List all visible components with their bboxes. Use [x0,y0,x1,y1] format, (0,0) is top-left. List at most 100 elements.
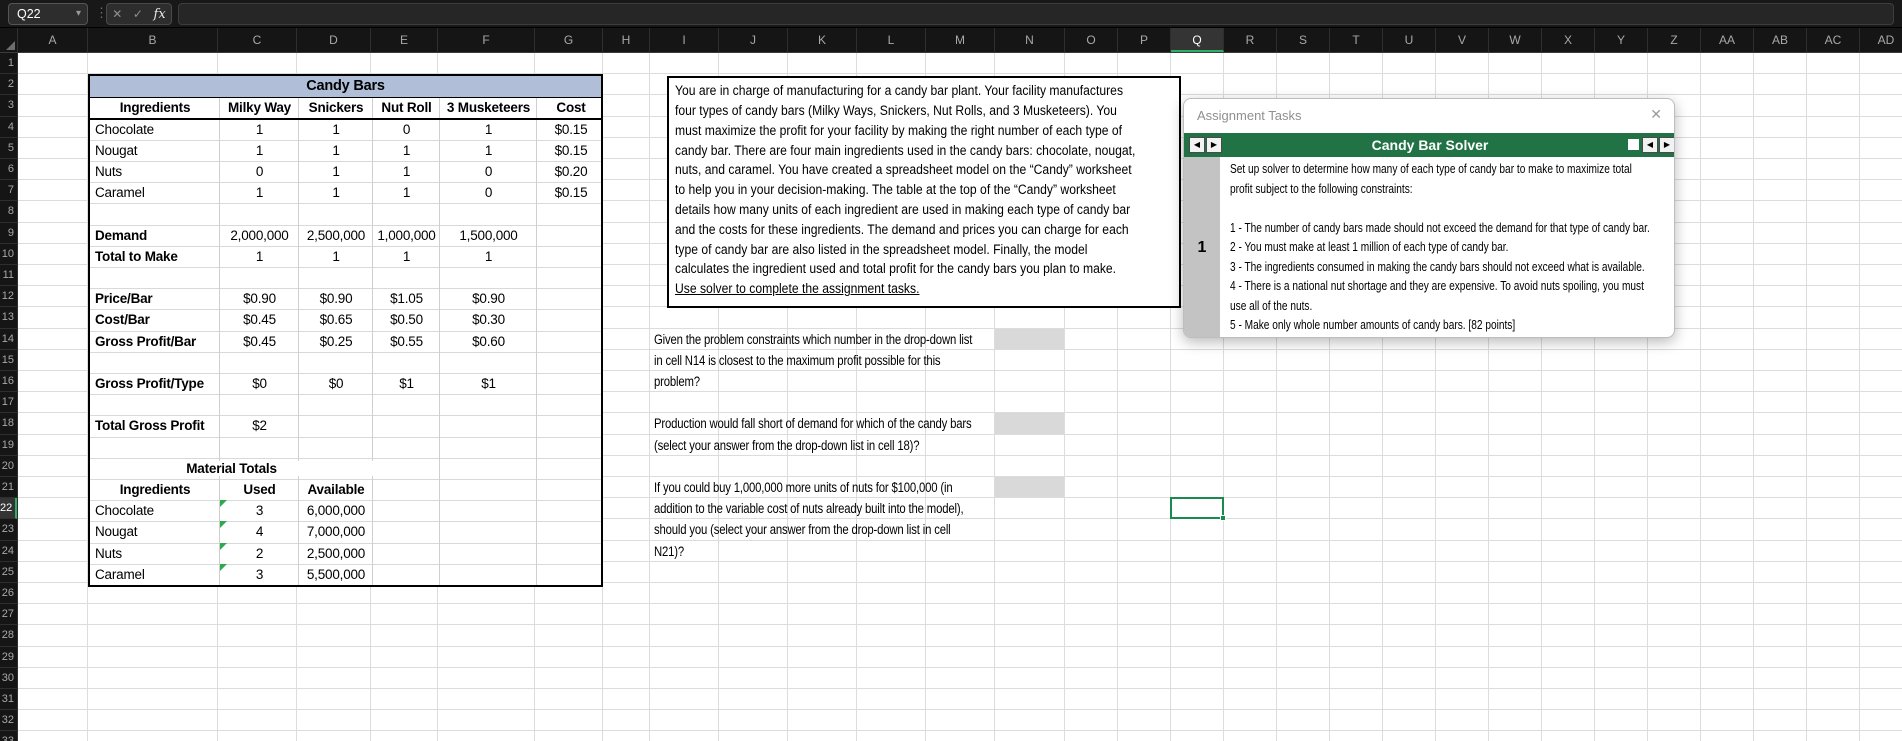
row-header-9[interactable]: 9 [0,223,17,244]
gross-profit-bar-value[interactable]: $0.45 [220,334,299,349]
row-header-23[interactable]: 23 [0,519,17,541]
row-header-32[interactable]: 32 [0,710,17,732]
column-header-E[interactable]: E [371,28,438,52]
row-header-10[interactable]: 10 [0,244,17,265]
column-header-B[interactable]: B [88,28,218,52]
ingredient-cost[interactable]: $0.20 [537,164,605,179]
prev-task-button[interactable]: ◀ [1189,137,1205,153]
column-header-V[interactable]: V [1436,28,1489,52]
demand-value[interactable]: 2,000,000 [220,228,299,243]
price-bar-value[interactable]: $0.90 [220,291,299,306]
row-header-26[interactable]: 26 [0,583,17,605]
gross-profit-bar-label[interactable]: Gross Profit/Bar [95,334,196,349]
row-header-8[interactable]: 8 [0,201,17,223]
material-available[interactable]: 6,000,000 [299,503,373,518]
row-header-21[interactable]: 21 [0,477,17,499]
material-used[interactable]: 3 [220,503,299,518]
row-header-18[interactable]: 18 [0,413,17,435]
cost-bar-value[interactable]: $0.65 [299,312,373,327]
demand-value[interactable]: 2,500,000 [299,228,373,243]
candy-header-2[interactable]: Snickers [299,100,373,115]
total-to-make-label[interactable]: Total to Make [95,249,178,264]
dropdown-cell-N21[interactable] [995,477,1064,498]
question-2-line[interactable]: Production would fall short of demand fo… [654,416,972,431]
question-1-line[interactable]: in cell N14 is closest to the maximum pr… [654,353,941,368]
price-bar-value[interactable]: $0.90 [299,291,373,306]
column-header-AA[interactable]: AA [1701,28,1754,52]
gross-profit-bar-value[interactable]: $0.60 [440,334,537,349]
material-available[interactable]: 7,000,000 [299,524,373,539]
ingredient-amount[interactable]: 1 [299,185,373,200]
material-name[interactable]: Nuts [95,546,122,561]
column-header-Y[interactable]: Y [1595,28,1648,52]
material-name[interactable]: Nougat [95,524,138,539]
row-header-11[interactable]: 11 [0,265,17,287]
ingredient-amount[interactable]: 1 [299,122,373,137]
column-header-I[interactable]: I [650,28,719,52]
question-2-line[interactable]: (select your answer from the drop-down l… [654,438,920,453]
column-header-T[interactable]: T [1330,28,1383,52]
row-header-4[interactable]: 4 [0,117,17,138]
column-header-Q[interactable]: Q [1171,28,1224,52]
ingredient-amount[interactable]: 1 [440,143,537,158]
row-header-28[interactable]: 28 [0,625,17,647]
row-header-14[interactable]: 14 [0,329,17,350]
column-header-D[interactable]: D [297,28,371,52]
gross-profit-type-value[interactable]: $1 [440,376,537,391]
row-header-13[interactable]: 13 [0,307,17,329]
row-header-30[interactable]: 30 [0,668,17,689]
chevron-down-icon[interactable]: ▾ [76,4,81,24]
candy-header-4[interactable]: 3 Musketeers [440,100,537,115]
material-totals-title[interactable]: Material Totals [90,460,373,476]
ingredient-name[interactable]: Nuts [95,164,122,179]
formula-bar-input[interactable] [178,3,1894,25]
price-bar-value[interactable]: $0.90 [440,291,537,306]
ingredient-amount[interactable]: 0 [440,164,537,179]
column-header-O[interactable]: O [1065,28,1118,52]
column-header-N[interactable]: N [995,28,1065,52]
total-gross-profit-label[interactable]: Total Gross Profit [95,418,205,433]
dropdown-cell-N18[interactable] [995,413,1064,434]
row-header-27[interactable]: 27 [0,604,17,626]
prev-task-button-right[interactable]: ◀ [1642,137,1658,153]
question-3-line[interactable]: N21)? [654,544,684,559]
row-header-12[interactable]: 12 [0,286,17,308]
demand-value[interactable]: 1,500,000 [440,228,537,243]
row-header-33[interactable]: 33 [0,731,17,741]
material-name[interactable]: Chocolate [95,503,154,518]
question-1-line[interactable]: Given the problem constraints which numb… [654,332,972,347]
ingredient-cost[interactable]: $0.15 [537,185,605,200]
demand-value[interactable]: 1,000,000 [373,228,440,243]
column-header-W[interactable]: W [1489,28,1542,52]
row-header-16[interactable]: 16 [0,371,17,393]
material-header-2[interactable]: Available [299,482,373,497]
row-header-19[interactable]: 19 [0,435,17,456]
material-used[interactable]: 2 [220,546,299,561]
column-header-K[interactable]: K [788,28,857,52]
column-header-A[interactable]: A [18,28,88,52]
column-header-Z[interactable]: Z [1648,28,1701,52]
gross-profit-type-value[interactable]: $0 [220,376,299,391]
column-header-J[interactable]: J [719,28,788,52]
price-bar-label[interactable]: Price/Bar [95,291,153,306]
price-bar-value[interactable]: $1.05 [373,291,440,306]
row-header-31[interactable]: 31 [0,689,17,711]
ingredient-amount[interactable]: 1 [373,185,440,200]
total-to-make-value[interactable]: 1 [299,249,373,264]
material-available[interactable]: 2,500,000 [299,546,373,561]
cost-bar-value[interactable]: $0.30 [440,312,537,327]
column-header-S[interactable]: S [1277,28,1330,52]
candy-model-table[interactable]: Candy Bars Ingredients Milky Way Snickers Nu… [88,74,603,587]
ingredient-amount[interactable]: 0 [220,164,299,179]
row-header-5[interactable]: 5 [0,138,17,159]
row-header-24[interactable]: 24 [0,541,17,562]
cost-bar-value[interactable]: $0.45 [220,312,299,327]
ingredient-amount[interactable]: 1 [299,164,373,179]
total-gross-profit-value[interactable]: $2 [220,418,299,433]
row-header-2[interactable]: 2 [0,74,17,96]
ingredient-amount[interactable]: 0 [373,122,440,137]
candy-header-5[interactable]: Cost [537,100,605,115]
ingredient-cost[interactable]: $0.15 [537,122,605,137]
ingredient-amount[interactable]: 1 [440,122,537,137]
gross-profit-bar-value[interactable]: $0.25 [299,334,373,349]
